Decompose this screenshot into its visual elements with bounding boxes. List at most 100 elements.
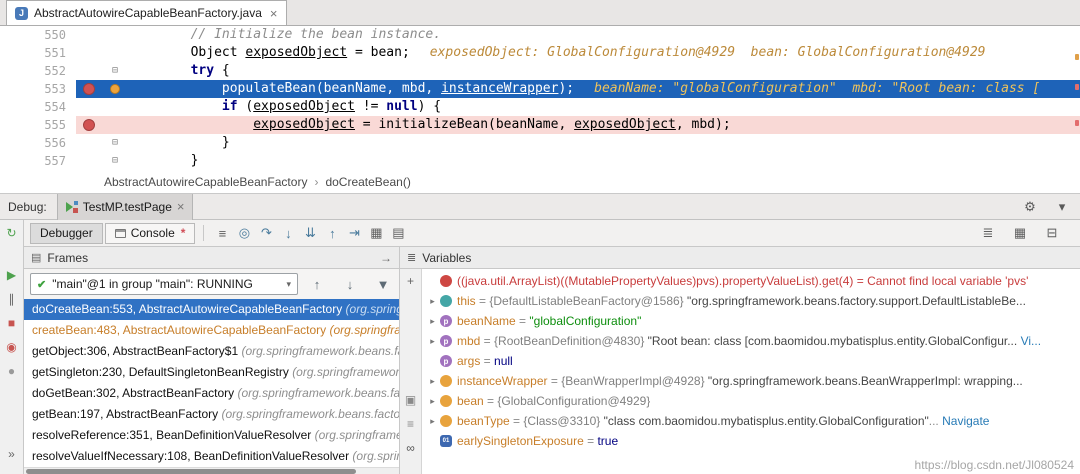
line-number[interactable]: 552 bbox=[0, 62, 76, 80]
close-session-icon[interactable]: × bbox=[177, 199, 185, 214]
variable-row[interactable]: pargs = null bbox=[422, 351, 1080, 371]
code-token: = initializeBean(beanName, bbox=[355, 117, 574, 132]
code-token: exposedObject bbox=[253, 99, 355, 114]
stack-frame-row[interactable]: resolveValueIfNecessary:108, BeanDefinit… bbox=[24, 446, 399, 467]
error-stripe-mark[interactable] bbox=[1075, 54, 1079, 60]
variable-token: = bbox=[476, 294, 490, 308]
frame-package: (org.springframework.beans.factory.suppo… bbox=[315, 428, 399, 442]
force-step-into-icon[interactable]: ⇊ bbox=[300, 223, 320, 243]
close-tab-icon[interactable]: × bbox=[270, 6, 278, 21]
variable-token: Vi... bbox=[1017, 334, 1041, 348]
line-number[interactable]: 555 bbox=[0, 116, 76, 134]
settings-menu-icon[interactable]: ≡ bbox=[212, 223, 232, 243]
variable-token: beanType bbox=[457, 414, 510, 428]
line-number[interactable]: 551 bbox=[0, 44, 76, 62]
stack-frame-row[interactable]: getSingleton:230, DefaultSingletonBeanRe… bbox=[24, 362, 399, 383]
fold-icon[interactable]: ⊟ bbox=[112, 134, 118, 152]
stack-icon[interactable]: ≡ bbox=[403, 416, 419, 432]
frames-options-icon[interactable]: → bbox=[380, 251, 392, 265]
hide-panel-icon[interactable]: ▾ bbox=[1052, 197, 1072, 217]
breakpoint-icon[interactable] bbox=[83, 119, 95, 131]
variable-row[interactable]: ▸this = {DefaultListableBeanFactory@1586… bbox=[422, 291, 1080, 311]
error-stripe-mark[interactable] bbox=[1075, 120, 1079, 126]
fold-icon[interactable]: ⊟ bbox=[112, 152, 118, 170]
copy-icon[interactable]: ▣ bbox=[403, 392, 419, 408]
expand-chevron-icon[interactable]: ▸ bbox=[426, 396, 439, 407]
chevron-down-icon: ▾ bbox=[286, 279, 291, 290]
code-line: 555exposedObject = initializeBean(beanNa… bbox=[0, 116, 1080, 134]
show-execution-point-icon[interactable]: ◎ bbox=[234, 223, 254, 243]
variable-row[interactable]: 01earlySingletonExposure = true bbox=[422, 431, 1080, 451]
variables-panel: ≣ Variables +▣≡∞ ((java.util.ArrayList)(… bbox=[400, 247, 1080, 474]
view-breakpoints-icon[interactable]: ◉ bbox=[4, 339, 20, 355]
line-number[interactable]: 556 bbox=[0, 134, 76, 152]
variable-token: {GlobalConfiguration@4929} bbox=[497, 394, 650, 408]
fold-slot bbox=[102, 26, 128, 44]
stack-frame-row[interactable]: doGetBean:302, AbstractBeanFactory (org.… bbox=[24, 383, 399, 404]
expand-chevron-icon[interactable]: ▸ bbox=[426, 416, 439, 427]
expand-chevron-icon[interactable]: ▸ bbox=[426, 336, 439, 347]
layout-grid-icon[interactable]: ▤ bbox=[388, 223, 408, 243]
breakpoint-icon[interactable] bbox=[83, 83, 95, 95]
stack-frame-row[interactable]: getBean:197, AbstractBeanFactory (org.sp… bbox=[24, 404, 399, 425]
expand-chevron-icon[interactable]: ▸ bbox=[426, 316, 439, 327]
step-out-icon[interactable]: ↑ bbox=[322, 223, 342, 243]
variable-row[interactable]: ▸pbeanName = "globalConfiguration" bbox=[422, 311, 1080, 331]
variable-token: = bbox=[484, 394, 498, 408]
variable-token: "org.springframework.beans.factory.suppo… bbox=[687, 294, 1026, 308]
line-number[interactable]: 557 bbox=[0, 152, 76, 170]
line-number[interactable]: 550 bbox=[0, 26, 76, 44]
evaluate-expression-icon[interactable]: ▦ bbox=[366, 223, 386, 243]
variable-row[interactable]: ▸beanType = {Class@3310} "class com.baom… bbox=[422, 411, 1080, 431]
filter-icon[interactable]: ▼ bbox=[373, 274, 393, 294]
error-stripe-mark[interactable] bbox=[1075, 84, 1079, 90]
variable-row[interactable]: ▸instanceWrapper = {BeanWrapperImpl@4928… bbox=[422, 371, 1080, 391]
watches-icon[interactable]: ∞ bbox=[403, 440, 419, 456]
gear-icon[interactable]: ⚙ bbox=[1020, 197, 1040, 217]
frames-title: Frames bbox=[47, 251, 88, 265]
scrollbar-thumb[interactable] bbox=[26, 469, 356, 474]
step-over-icon[interactable]: ↷ bbox=[256, 223, 276, 243]
fold-slot bbox=[102, 116, 128, 134]
frame-location: createBean:483, AbstractAutowireCapableB… bbox=[32, 323, 330, 337]
restore-layout-icon[interactable]: ▦ bbox=[1010, 223, 1030, 243]
line-number[interactable]: 553 bbox=[0, 80, 76, 98]
expand-chevron-icon[interactable]: ▸ bbox=[426, 296, 439, 307]
variable-row[interactable]: ▸bean = {GlobalConfiguration@4929} bbox=[422, 391, 1080, 411]
variable-local-icon bbox=[440, 375, 452, 387]
frames-horizontal-scrollbar[interactable] bbox=[24, 467, 399, 474]
tab-debugger[interactable]: Debugger bbox=[30, 223, 103, 244]
editor-tab[interactable]: J AbstractAutowireCapableBeanFactory.jav… bbox=[6, 0, 287, 25]
pause-icon[interactable]: ∥ bbox=[4, 291, 20, 307]
tab-console[interactable]: Console * bbox=[105, 223, 196, 244]
variable-this-icon bbox=[440, 295, 452, 307]
variable-row[interactable]: ▸pmbd = {RootBeanDefinition@4830} "Root … bbox=[422, 331, 1080, 351]
stop-icon[interactable]: ■ bbox=[4, 315, 20, 331]
code-editor[interactable]: 550// Initialize the bean instance.551Ob… bbox=[0, 26, 1080, 170]
breadcrumb-class[interactable]: AbstractAutowireCapableBeanFactory bbox=[104, 175, 307, 189]
add-watch-icon[interactable]: + bbox=[403, 273, 419, 289]
view-options-icon[interactable]: ≣ bbox=[978, 223, 998, 243]
variable-row[interactable]: ((java.util.ArrayList)((MutablePropertyV… bbox=[422, 271, 1080, 291]
thread-dropdown[interactable]: ✔ "main"@1 in group "main": RUNNING ▾ bbox=[30, 273, 298, 295]
rerun-icon[interactable]: ↻ bbox=[4, 225, 20, 241]
collapse-all-icon[interactable]: ⊟ bbox=[1042, 223, 1062, 243]
frame-location: getObject:306, AbstractBeanFactory$1 bbox=[32, 344, 241, 358]
mute-breakpoints-icon[interactable]: ● bbox=[4, 363, 20, 379]
debug-session-tab[interactable]: TestMP.testPage × bbox=[57, 194, 194, 220]
variable-param-icon: p bbox=[440, 315, 452, 327]
breadcrumb-method[interactable]: doCreateBean() bbox=[325, 175, 410, 189]
run-to-cursor-icon[interactable]: ⇥ bbox=[344, 223, 364, 243]
resume-icon[interactable]: ▶ bbox=[4, 267, 20, 283]
fold-icon[interactable]: ⊟ bbox=[112, 62, 118, 80]
frame-up-icon[interactable]: ↑ bbox=[307, 274, 327, 294]
expand-chevron-icon[interactable]: ▸ bbox=[426, 376, 439, 387]
stack-frame-row[interactable]: doCreateBean:553, AbstractAutowireCapabl… bbox=[24, 299, 399, 320]
stack-frame-row[interactable]: createBean:483, AbstractAutowireCapableB… bbox=[24, 320, 399, 341]
stack-frame-row[interactable]: resolveReference:351, BeanDefinitionValu… bbox=[24, 425, 399, 446]
frame-down-icon[interactable]: ↓ bbox=[340, 274, 360, 294]
more-icon[interactable]: » bbox=[4, 446, 20, 462]
line-number[interactable]: 554 bbox=[0, 98, 76, 116]
step-into-icon[interactable]: ↓ bbox=[278, 223, 298, 243]
stack-frame-row[interactable]: getObject:306, AbstractBeanFactory$1 (or… bbox=[24, 341, 399, 362]
